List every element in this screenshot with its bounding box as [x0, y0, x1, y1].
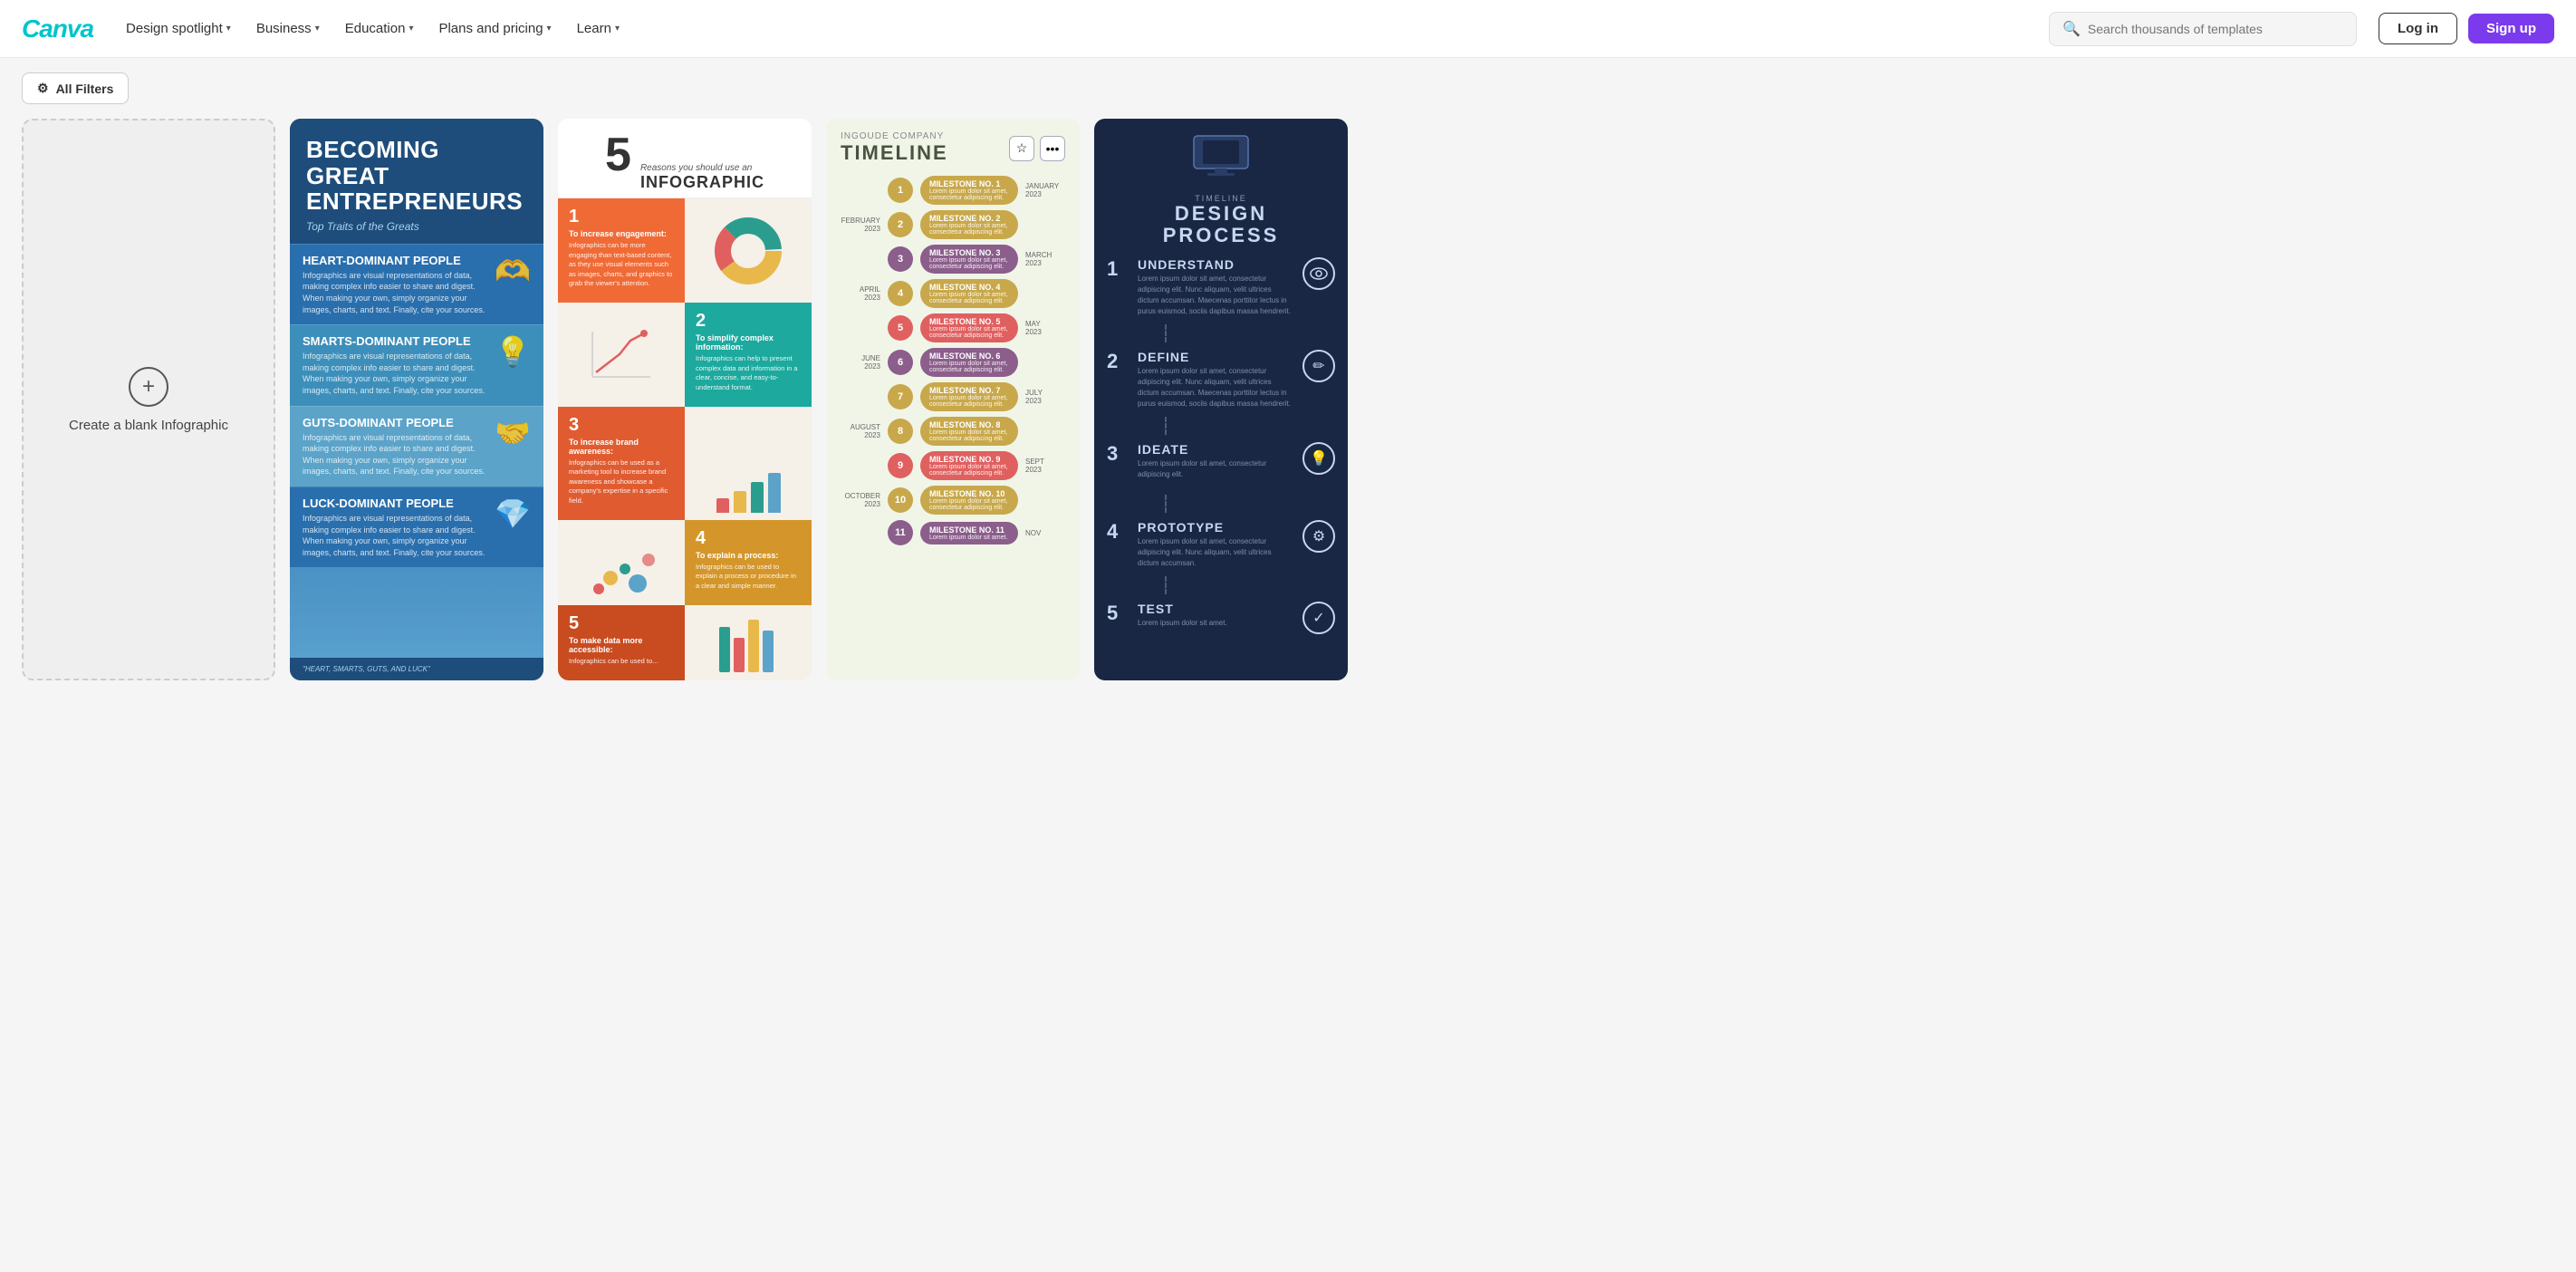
- card4-step-4: 4 PROTOTYPE Lorem ipsum dolor sit amet, …: [1107, 520, 1335, 569]
- all-filters-button[interactable]: ⚙ All Filters: [22, 72, 129, 104]
- dashed-line: [1165, 324, 1335, 342]
- card2-grid: 1 To increase engagement: Infographics c…: [558, 198, 812, 680]
- nav-plans-pricing[interactable]: Plans and pricing ▾: [428, 14, 562, 43]
- create-blank-label: Create a blank Infographic: [69, 418, 228, 433]
- milestone-3: 3 MILESTONE NO. 3 Lorem ipsum dolor sit …: [835, 245, 1071, 274]
- milestone-6: JUNE2023 6 MILESTONE NO. 6 Lorem ipsum d…: [835, 348, 1071, 377]
- chevron-down-icon: ▾: [547, 24, 552, 34]
- card2-cell-1-chart: [685, 198, 812, 303]
- filters-bar: ⚙ All Filters: [0, 58, 2576, 119]
- card2-number: 5: [605, 131, 631, 178]
- chevron-down-icon: ▾: [226, 24, 231, 34]
- header: Canva Design spotlight ▾ Business ▾ Educ…: [0, 0, 2576, 58]
- card2-header: 5 Reasons you should use an INFOGRAPHIC: [558, 119, 812, 198]
- card2-cell-3-text: 3 To increase brand awareness: Infograph…: [558, 407, 685, 520]
- chevron-down-icon: ▾: [315, 24, 320, 34]
- handshake-icon: 🤝: [495, 416, 531, 450]
- milestone-5: 5 MILESTONE NO. 5 Lorem ipsum dolor sit …: [835, 313, 1071, 342]
- diamond-icon: 💎: [495, 496, 531, 531]
- card1-subtitle: Top Traits of the Greats: [306, 220, 527, 233]
- eye-icon: [1302, 257, 1335, 290]
- nav-design-spotlight[interactable]: Design spotlight ▾: [115, 14, 242, 43]
- card4-step-5: 5 TEST Lorem ipsum dolor sit amet. ✓: [1107, 602, 1335, 634]
- template-card-timeline[interactable]: INGOUDE COMPANY TIMELINE ☆ ••• 1 MILESTO…: [826, 119, 1080, 680]
- milestone-4: APRIL2023 4 MILESTONE NO. 4 Lorem ipsum …: [835, 279, 1071, 308]
- template-card-entrepreneurs[interactable]: BECOMING GREAT ENTREPRENEURS Top Traits …: [290, 119, 543, 680]
- chevron-down-icon: ▾: [615, 24, 620, 34]
- nav-business[interactable]: Business ▾: [245, 14, 331, 43]
- card4-header: TIMELINE DESIGNPROCESS: [1107, 194, 1335, 246]
- milestone-9: 9 MILESTONE NO. 9 Lorem ipsum dolor sit …: [835, 451, 1071, 480]
- card2-cell-5-chart: [685, 605, 812, 680]
- gear-icon: ⚙: [1302, 520, 1335, 553]
- pencil-icon: ✏: [1302, 350, 1335, 382]
- milestone-7: 7 MILESTONE NO. 7 Lorem ipsum dolor sit …: [835, 382, 1071, 411]
- nav: Design spotlight ▾ Business ▾ Education …: [115, 14, 2042, 43]
- card1-section-smarts: SMARTS-DOMINANT PEOPLE Infographics are …: [290, 324, 543, 405]
- card3-header: INGOUDE COMPANY TIMELINE ☆ •••: [826, 119, 1080, 172]
- gallery: + Create a blank Infographic BECOMING GR…: [0, 119, 2576, 709]
- heart-icon: 🫶: [495, 254, 531, 288]
- dashed-line: [1165, 417, 1335, 435]
- milestone-11: 11 MILESTONE NO. 11 Lorem ipsum dolor si…: [835, 520, 1071, 545]
- card4-step-3: 3 IDEATE Lorem ipsum dolor sit amet, con…: [1107, 442, 1335, 480]
- card2-cell-2-text: 2 To simplify complex information: Infog…: [685, 303, 812, 407]
- signup-button[interactable]: Sign up: [2468, 14, 2554, 43]
- card2-cell-3-chart: [685, 407, 812, 520]
- header-actions: Log in Sign up: [2379, 13, 2554, 44]
- milestone-2: FEBRUARY2023 2 MILESTONE NO. 2 Lorem ips…: [835, 210, 1071, 239]
- card4-monitor: [1107, 133, 1335, 183]
- search-icon: 🔍: [2062, 20, 2081, 38]
- template-card-infographic[interactable]: 5 Reasons you should use an INFOGRAPHIC …: [558, 119, 812, 680]
- milestone-10: OCTOBER2023 10 MILESTONE NO. 10 Lorem ip…: [835, 486, 1071, 515]
- chevron-down-icon: ▾: [409, 24, 413, 34]
- card1-title: BECOMING GREAT ENTREPRENEURS: [306, 137, 527, 215]
- milestone-8: AUGUST2023 8 MILESTONE NO. 8 Lorem ipsum…: [835, 417, 1071, 446]
- card2-cell-2-chart: [558, 303, 685, 407]
- card2-cell-5-text: 5 To make data more accessible: Infograp…: [558, 605, 685, 680]
- card1-section-guts: GUTS-DOMINANT PEOPLE Infographics are vi…: [290, 406, 543, 487]
- nav-learn[interactable]: Learn ▾: [566, 14, 630, 43]
- plus-icon: +: [129, 367, 168, 407]
- card1-header: BECOMING GREAT ENTREPRENEURS Top Traits …: [290, 119, 543, 244]
- lightbulb-icon: 💡: [1302, 442, 1335, 475]
- filter-icon: ⚙: [37, 81, 49, 96]
- card2-cell-4-text: 4 To explain a process: Infographics can…: [685, 520, 812, 605]
- card3-milestones: 1 MILESTONE NO. 1 Lorem ipsum dolor sit …: [826, 172, 1080, 680]
- card2-cell-1-text: 1 To increase engagement: Infographics c…: [558, 198, 685, 303]
- dashed-line: [1165, 495, 1335, 513]
- card1-section-luck: LUCK-DOMINANT PEOPLE Infographics are vi…: [290, 487, 543, 567]
- logo[interactable]: Canva: [22, 14, 93, 43]
- check-icon: ✓: [1302, 602, 1335, 634]
- nav-education[interactable]: Education ▾: [334, 14, 425, 43]
- card2-cell-4-chart: [558, 520, 685, 605]
- template-card-design-process[interactable]: TIMELINE DESIGNPROCESS 1 UNDERSTAND Lore…: [1094, 119, 1348, 680]
- search-bar: 🔍: [2049, 12, 2357, 46]
- dashed-line: [1165, 576, 1335, 594]
- create-blank-card[interactable]: + Create a blank Infographic: [22, 119, 275, 680]
- more-options-icon[interactable]: •••: [1040, 136, 1065, 161]
- search-input[interactable]: [2088, 22, 2343, 36]
- card4-step-2: 2 DEFINE Lorem ipsum dolor sit amet, con…: [1107, 350, 1335, 410]
- lightbulb-icon: 💡: [495, 334, 531, 369]
- milestone-1: 1 MILESTONE NO. 1 Lorem ipsum dolor sit …: [835, 176, 1071, 205]
- card4-step-1: 1 UNDERSTAND Lorem ipsum dolor sit amet,…: [1107, 257, 1335, 317]
- login-button[interactable]: Log in: [2379, 13, 2457, 44]
- card1-footer: "HEART, SMARTS, GUTS, AND LUCK": [303, 665, 531, 673]
- star-icon[interactable]: ☆: [1009, 136, 1034, 161]
- card1-section-heart: HEART-DOMINANT PEOPLE Infographics are v…: [290, 244, 543, 324]
